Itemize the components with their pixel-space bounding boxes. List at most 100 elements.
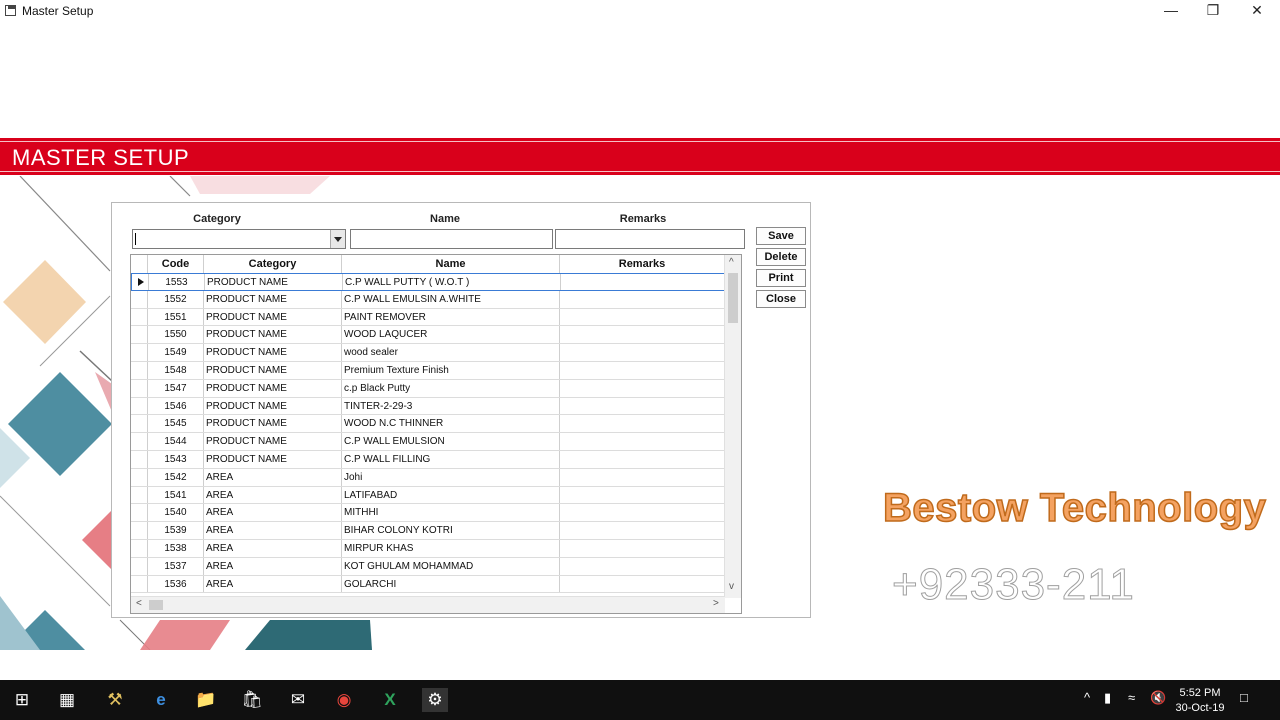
cell-remarks[interactable] [560, 379, 725, 397]
cell-remarks[interactable] [560, 557, 725, 575]
row-header[interactable] [131, 379, 148, 397]
cell-name[interactable]: Premium Texture Finish [342, 361, 560, 379]
table-row[interactable]: 1539 AREA BIHAR COLONY KOTRI [131, 522, 725, 540]
cell-code[interactable]: 1537 [148, 557, 204, 575]
cell-remarks[interactable] [560, 361, 725, 379]
table-row[interactable]: 1546 PRODUCT NAME TINTER-2-29-3 [131, 397, 725, 416]
remarks-field[interactable] [555, 229, 745, 249]
table-row[interactable]: 1541 AREA LATIFABAD [131, 486, 725, 505]
save-button[interactable]: Save [756, 227, 806, 245]
column-header-name[interactable]: Name [342, 255, 560, 273]
cell-code[interactable]: 1548 [148, 361, 204, 379]
horizontal-scroll-thumb[interactable] [149, 600, 163, 610]
table-row[interactable]: 1537 AREA KOT GHULAM MOHAMMAD [131, 557, 725, 576]
cell-category[interactable]: PRODUCT NAME [204, 308, 342, 326]
mail-icon[interactable]: ✉ [285, 688, 311, 712]
table-row[interactable]: 1542 AREA Johi [131, 468, 725, 487]
horizontal-scrollbar[interactable]: < > [131, 596, 725, 613]
vertical-scrollbar[interactable]: ^ v [724, 255, 741, 598]
task-view-icon[interactable]: ▦ [54, 688, 80, 712]
network-icon[interactable]: ≈ [1128, 690, 1135, 705]
cell-category[interactable]: PRODUCT NAME [204, 326, 342, 344]
cell-remarks[interactable] [560, 433, 725, 450]
table-row[interactable]: 1545 PRODUCT NAME WOOD N.C THINNER [131, 415, 725, 434]
delete-button[interactable]: Delete [756, 248, 806, 266]
table-row[interactable]: 1551 PRODUCT NAME PAINT REMOVER [131, 308, 725, 327]
chrome-icon[interactable]: ◉ [331, 688, 357, 712]
cell-name[interactable]: WOOD N.C THINNER [342, 415, 560, 433]
store-icon[interactable]: 🛍 [239, 688, 265, 712]
row-header[interactable] [131, 290, 148, 308]
cell-remarks[interactable] [560, 450, 725, 468]
cell-category[interactable]: PRODUCT NAME [204, 397, 342, 415]
cell-remarks[interactable] [560, 539, 725, 557]
row-header[interactable] [131, 539, 148, 557]
cell-remarks[interactable] [560, 468, 725, 486]
table-row[interactable]: 1552 PRODUCT NAME C.P WALL EMULSIN A.WHITE [131, 290, 725, 309]
cell-name[interactable]: KOT GHULAM MOHAMMAD [342, 557, 560, 575]
restore-button[interactable]: ❐ [1191, 0, 1235, 22]
cell-category[interactable]: PRODUCT NAME [204, 361, 342, 379]
minimize-button[interactable]: — [1149, 0, 1193, 22]
close-button[interactable]: Close [756, 290, 806, 308]
cell-name[interactable]: GOLARCHI [342, 575, 560, 593]
table-row[interactable]: 1547 PRODUCT NAME c.p Black Putty [131, 379, 725, 398]
row-header[interactable] [131, 504, 148, 522]
battery-icon[interactable]: ▮ [1104, 690, 1111, 706]
scroll-up-icon[interactable]: ^ [729, 257, 734, 268]
show-hidden-icons-icon[interactable]: ^ [1084, 690, 1090, 705]
table-row[interactable]: 1549 PRODUCT NAME wood sealer [131, 344, 725, 362]
excel-icon[interactable]: X [377, 688, 403, 712]
active-app-icon[interactable]: ⚙ [422, 688, 448, 712]
cell-name[interactable]: C.P WALL EMULSIN A.WHITE [342, 290, 560, 308]
cell-name[interactable]: WOOD LAQUCER [342, 326, 560, 344]
cell-code[interactable]: 1544 [148, 433, 204, 450]
cell-category[interactable]: PRODUCT NAME [204, 344, 342, 361]
cell-category[interactable]: PRODUCT NAME [204, 290, 342, 308]
cell-code[interactable]: 1550 [148, 326, 204, 344]
table-row[interactable]: 1550 PRODUCT NAME WOOD LAQUCER [131, 326, 725, 345]
cell-remarks[interactable] [560, 486, 725, 504]
cell-remarks[interactable] [560, 290, 725, 308]
cell-code[interactable]: 1536 [148, 575, 204, 593]
cell-code[interactable]: 1553 [149, 274, 205, 290]
chevron-down-icon[interactable] [330, 230, 345, 248]
cell-name[interactable]: c.p Black Putty [342, 379, 560, 397]
system-clock[interactable]: 5:52 PM 30-Oct-19 [1170, 686, 1230, 716]
cell-remarks[interactable] [560, 397, 725, 415]
cell-category[interactable]: PRODUCT NAME [204, 450, 342, 468]
cell-category[interactable]: AREA [204, 575, 342, 593]
cell-remarks[interactable] [560, 575, 725, 593]
category-combo[interactable] [132, 229, 346, 249]
cell-name[interactable]: C.P WALL EMULSION [342, 433, 560, 450]
cell-name[interactable]: Johi [342, 468, 560, 486]
scroll-right-icon[interactable]: > [713, 598, 719, 609]
row-header[interactable] [131, 486, 148, 504]
cell-code[interactable]: 1549 [148, 344, 204, 361]
table-row[interactable]: 1543 PRODUCT NAME C.P WALL FILLING [131, 450, 725, 469]
row-header[interactable] [131, 415, 148, 433]
cell-code[interactable]: 1545 [148, 415, 204, 433]
cell-category[interactable]: AREA [204, 486, 342, 504]
table-row[interactable]: 1548 PRODUCT NAME Premium Texture Finish [131, 361, 725, 380]
cell-remarks[interactable] [560, 308, 725, 326]
table-row[interactable]: 1544 PRODUCT NAME C.P WALL EMULSION [131, 433, 725, 451]
column-header-code[interactable]: Code [148, 255, 204, 273]
cell-category[interactable]: AREA [204, 468, 342, 486]
cell-remarks[interactable] [561, 274, 726, 290]
table-row[interactable]: 1553 PRODUCT NAME C.P WALL PUTTY ( W.O.T ) [131, 273, 726, 291]
cell-category[interactable]: PRODUCT NAME [205, 274, 343, 290]
cell-name[interactable]: TINTER-2-29-3 [342, 397, 560, 415]
row-header[interactable] [131, 361, 148, 379]
row-header[interactable] [131, 433, 148, 450]
scroll-down-icon[interactable]: v [729, 581, 734, 592]
close-window-button[interactable]: ✕ [1235, 0, 1279, 22]
cell-code[interactable]: 1552 [148, 290, 204, 308]
cell-category[interactable]: AREA [204, 522, 342, 539]
cell-remarks[interactable] [560, 522, 725, 539]
cell-name[interactable]: LATIFABAD [342, 486, 560, 504]
edge-browser-icon[interactable]: e [148, 688, 174, 712]
cell-remarks[interactable] [560, 504, 725, 522]
cell-code[interactable]: 1543 [148, 450, 204, 468]
cell-remarks[interactable] [560, 344, 725, 361]
